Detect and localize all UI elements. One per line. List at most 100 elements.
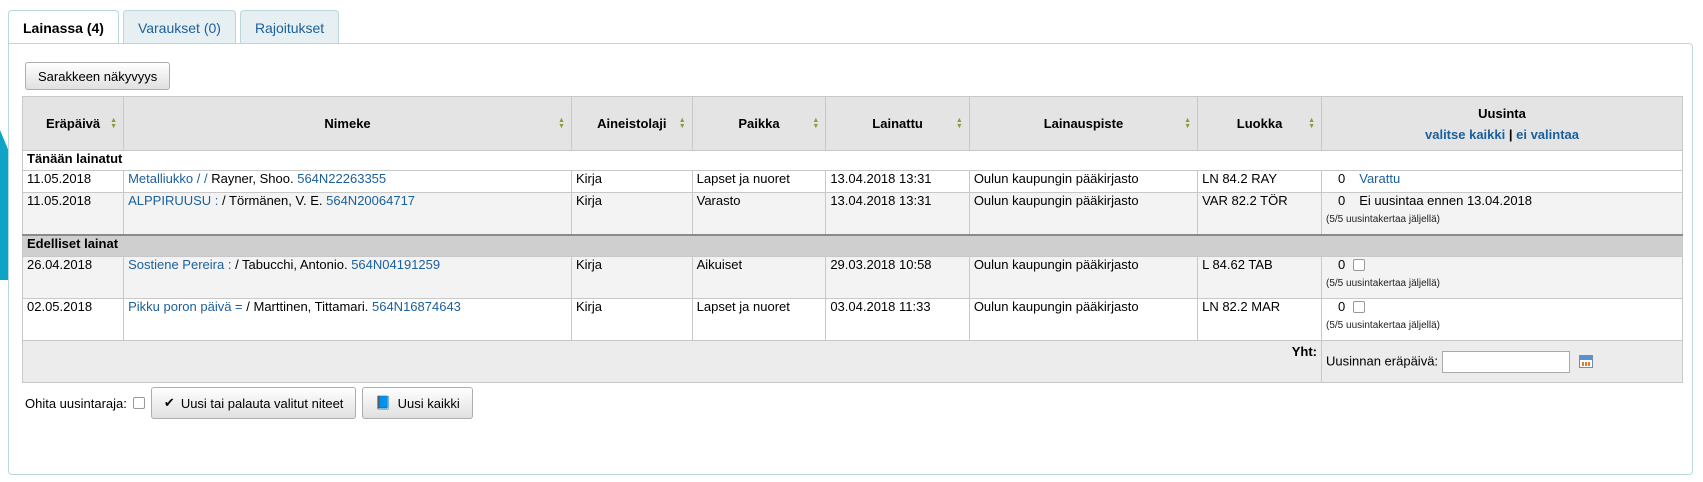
sort-icon: ▲ ▼	[110, 116, 118, 130]
renew-cell: 0 (5/5 uusintakertaa jäljellä)	[1321, 256, 1683, 299]
itemtype: Kirja	[570, 192, 693, 235]
renew-count: 0	[1338, 257, 1346, 272]
renew-all-button[interactable]: 📘 Uusi kaikki	[362, 387, 473, 419]
callnumber: L 84.62 TAB	[1197, 256, 1323, 299]
author: / Törmänen, V. E.	[222, 193, 323, 208]
itemtype: Kirja	[570, 170, 693, 193]
checkout-date: 13.04.2018 13:31	[825, 192, 970, 235]
group-header-previous: Edelliset lainat	[22, 233, 1683, 257]
table-row: 02.05.2018 Pikku poron päivä = / Marttin…	[21, 298, 1683, 341]
tab-checkouts[interactable]: Lainassa (4)	[8, 10, 119, 45]
renew-count: 0	[1338, 299, 1346, 314]
override-limit-checkbox[interactable]	[132, 397, 145, 409]
renew-checkbox[interactable]	[1353, 301, 1366, 313]
renew-cell: 0 Varattu	[1321, 170, 1683, 193]
sort-icon: ▲ ▼	[1184, 116, 1192, 130]
select-none-link[interactable]: ei valintaa	[1516, 127, 1579, 142]
col-header-location[interactable]: Paikka ▲ ▼	[691, 96, 827, 151]
bottom-actions: Ohita uusintaraja: ✔ Uusi tai palauta va…	[25, 387, 473, 419]
renew-due-label: Uusinnan eräpäivä:	[1326, 352, 1439, 368]
renew-selected-button[interactable]: ✔ Uusi tai palauta valitut niteet	[150, 387, 357, 419]
renew-selected-label: Uusi tai palauta valitut niteet	[180, 395, 344, 411]
checkout-date: 13.04.2018 13:31	[825, 170, 970, 193]
sort-icon: ▲ ▼	[678, 116, 686, 130]
branch: Oulun kaupungin pääkirjasto	[968, 170, 1199, 193]
callnumber: LN 84.2 RAY	[1197, 170, 1323, 193]
renew-all-label: Uusi kaikki	[397, 395, 460, 411]
override-limit-label: Ohita uusintaraja:	[25, 395, 127, 411]
title-link[interactable]: Metalliukko / /	[128, 171, 207, 186]
title-link[interactable]: ALPPIRUUSU :	[128, 193, 218, 208]
table-row: 11.05.2018 Metalliukko / / Rayner, Shoo.…	[21, 170, 1683, 193]
renewals-remaining: (5/5 uusintakertaa jäljellä)	[1326, 320, 1440, 331]
barcode-link[interactable]: 564N22263355	[297, 171, 386, 186]
table-row: 11.05.2018 ALPPIRUUSU : / Törmänen, V. E…	[21, 192, 1683, 235]
sort-icon: ▲ ▼	[1308, 116, 1316, 130]
renewals-remaining: (5/5 uusintakertaa jäljellä)	[1326, 278, 1440, 289]
callnumber: VAR 82.2 TÖR	[1197, 192, 1323, 235]
renew-status: Ei uusintaa ennen 13.04.2018	[1359, 193, 1533, 208]
due-date: 11.05.2018	[21, 192, 125, 235]
title-cell: Sostiene Pereira : / Tabucchi, Antonio. …	[123, 256, 572, 299]
calendar-icon[interactable]	[1579, 355, 1594, 368]
checkouts-table: Eräpäivä ▲ ▼ Nimeke ▲ ▼ Aineistolaji ▲ ▼ Paikk…	[21, 96, 1683, 383]
author: / Marttinen, Tittamari.	[246, 299, 369, 314]
checkout-date: 03.04.2018 11:33	[825, 298, 970, 341]
renew-checkbox[interactable]	[1353, 259, 1366, 271]
col-header-title[interactable]: Nimeke ▲ ▼	[123, 96, 572, 151]
title-link[interactable]: Pikku poron päivä =	[128, 299, 243, 314]
renew-count: 0	[1338, 193, 1346, 208]
select-separator: |	[1508, 126, 1513, 142]
column-visibility-button[interactable]: Sarakkeen näkyvyys	[25, 62, 171, 90]
tab-bar: Lainassa (4) Varaukset (0) Rajoitukset	[8, 10, 340, 45]
title-cell: Metalliukko / / Rayner, Shoo. 564N222633…	[123, 170, 572, 193]
checkmark-icon: ✔	[163, 395, 175, 410]
total-label: Yht:	[21, 340, 1323, 383]
renew-status-link[interactable]: Varattu	[1359, 171, 1400, 186]
checkouts-panel: Sarakkeen näkyvyys Eräpäivä ▲ ▼ Nimeke ▲ ▼ A…	[8, 43, 1693, 475]
col-header-itemtype[interactable]: Aineistolaji ▲ ▼	[570, 96, 693, 151]
col-header-branch[interactable]: Lainauspiste ▲ ▼	[968, 96, 1199, 151]
sort-icon: ▲ ▼	[955, 116, 963, 130]
col-header-callnumber[interactable]: Luokka ▲ ▼	[1197, 96, 1323, 151]
barcode-link[interactable]: 564N16874643	[372, 299, 461, 314]
location: Aikuiset	[691, 256, 827, 299]
branch: Oulun kaupungin pääkirjasto	[968, 192, 1199, 235]
renew-header-label: Uusinta	[1478, 105, 1526, 121]
tab-restrictions[interactable]: Rajoitukset	[239, 10, 340, 44]
renew-cell: 0 (5/5 uusintakertaa jäljellä)	[1321, 298, 1683, 341]
sort-icon: ▲ ▼	[558, 116, 565, 130]
title-link[interactable]: Sostiene Pereira :	[128, 257, 231, 272]
branch: Oulun kaupungin pääkirjasto	[968, 256, 1199, 299]
itemtype: Kirja	[570, 256, 693, 299]
author: / Tabucchi, Antonio.	[235, 257, 348, 272]
sort-icon: ▲ ▼	[812, 116, 820, 130]
renewals-remaining: (5/5 uusintakertaa jäljellä)	[1326, 214, 1440, 225]
select-all-link[interactable]: valitse kaikki	[1425, 127, 1505, 142]
col-header-renew: Uusinta valitse kaikki | ei valintaa	[1321, 96, 1683, 151]
checkout-date: 29.03.2018 10:58	[825, 256, 970, 299]
location: Lapset ja nuoret	[691, 298, 827, 341]
barcode-link[interactable]: 564N20064717	[326, 193, 415, 208]
table-row: 26.04.2018 Sostiene Pereira : / Tabucchi…	[21, 256, 1683, 299]
barcode-link[interactable]: 564N04191259	[351, 257, 440, 272]
renew-count: 0	[1338, 171, 1346, 186]
due-date: 11.05.2018	[21, 170, 125, 193]
due-date: 02.05.2018	[21, 298, 125, 341]
tab-holds[interactable]: Varaukset (0)	[122, 10, 236, 44]
col-header-due[interactable]: Eräpäivä ▲ ▼	[21, 96, 125, 151]
location: Varasto	[691, 192, 827, 235]
group-header-today: Tänään lainatut	[22, 150, 1683, 171]
callnumber: LN 82.2 MAR	[1197, 298, 1323, 341]
renew-cell: 0 Ei uusintaa ennen 13.04.2018 (5/5 uusin…	[1321, 192, 1683, 235]
col-header-checkedout[interactable]: Lainattu ▲ ▼	[825, 96, 970, 151]
renew-due-date-input[interactable]	[1441, 350, 1570, 373]
itemtype: Kirja	[570, 298, 693, 341]
branch: Oulun kaupungin pääkirjasto	[968, 298, 1199, 341]
title-cell: ALPPIRUUSU : / Törmänen, V. E. 564N20064…	[123, 192, 572, 235]
due-date: 26.04.2018	[21, 256, 125, 299]
book-icon: 📘	[375, 395, 392, 410]
title-cell: Pikku poron päivä = / Marttinen, Tittama…	[123, 298, 572, 341]
location: Lapset ja nuoret	[691, 170, 827, 193]
author: Rayner, Shoo.	[211, 171, 294, 186]
